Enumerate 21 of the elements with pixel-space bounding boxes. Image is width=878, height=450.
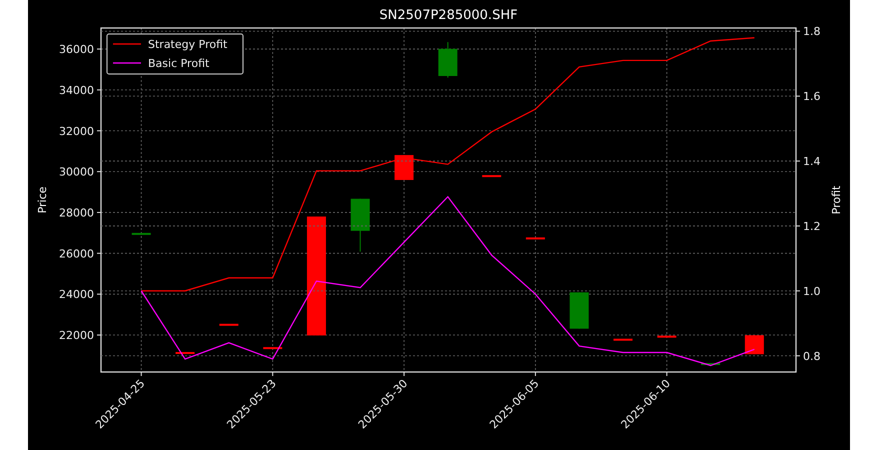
axis-tick-label: 1.0 <box>803 284 820 298</box>
axis-tick-label: 1.2 <box>803 220 820 233</box>
axis-tick-label: 1.4 <box>803 155 820 168</box>
axis-tick-label: 1.6 <box>803 90 820 104</box>
legend-label: Strategy Profit <box>148 38 228 51</box>
axis-tick-label: 36000 <box>59 43 94 56</box>
axis-tick-label: 22000 <box>59 329 94 342</box>
axis-label: Profit <box>830 186 843 214</box>
axis-tick-label: 24000 <box>59 288 94 302</box>
legend-label: Basic Profit <box>148 57 210 70</box>
axis-tick-label: 30000 <box>59 166 94 179</box>
axis-tick-label: 34000 <box>59 84 94 97</box>
axis-tick-label: 26000 <box>59 247 94 260</box>
axis-tick-label: 32000 <box>59 124 94 138</box>
axis-tick-label: 28000 <box>59 206 94 220</box>
axis-label: Price <box>36 186 49 214</box>
axis-tick-label: 1.8 <box>803 25 820 38</box>
legend-line-icon <box>113 62 141 64</box>
legend-line-icon <box>113 43 141 45</box>
chart-title: SN2507P285000.SHF <box>379 8 518 23</box>
axis-tick-label: 0.8 <box>803 350 820 363</box>
